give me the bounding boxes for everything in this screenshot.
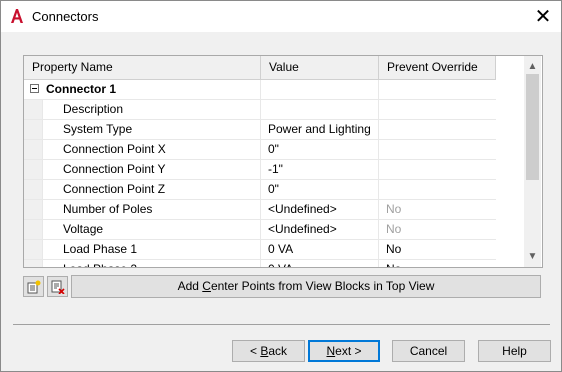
property-value[interactable]: 0" — [261, 140, 379, 159]
prevent-override[interactable] — [379, 180, 496, 199]
column-header-prevent-override[interactable]: Prevent Override — [379, 56, 496, 79]
table-row[interactable]: Voltage <Undefined> No — [24, 220, 496, 240]
scroll-thumb[interactable] — [526, 74, 539, 180]
window-title: Connectors — [32, 9, 99, 24]
separator — [13, 324, 550, 325]
prevent-override[interactable] — [379, 120, 496, 139]
column-header-value[interactable]: Value — [261, 56, 379, 79]
table-row[interactable]: System Type Power and Lighting — [24, 120, 496, 140]
help-button[interactable]: Help — [478, 340, 551, 362]
property-name: System Type — [42, 120, 261, 139]
property-name: Connection Point X — [42, 140, 261, 159]
scroll-up-icon[interactable]: ▲ — [524, 58, 541, 75]
prevent-override[interactable] — [379, 100, 496, 119]
property-value[interactable]: -1" — [261, 160, 379, 179]
scroll-down-icon[interactable]: ▼ — [524, 248, 541, 265]
connectors-dialog: Connectors ✕ Property Name Value Prevent… — [0, 0, 562, 372]
property-name: Description — [42, 100, 261, 119]
prevent-override: No — [386, 202, 402, 216]
table-row[interactable]: Load Phase 2 0 VA No — [24, 260, 496, 267]
property-name: Voltage — [42, 220, 261, 239]
property-name: Load Phase 2 — [42, 260, 261, 267]
prevent-override[interactable]: No — [379, 260, 496, 267]
back-button[interactable]: < Back — [232, 340, 305, 362]
group-label: Connector 1 — [24, 80, 261, 99]
property-grid: Property Name Value Prevent Override Con… — [23, 55, 543, 268]
prevent-override[interactable] — [379, 160, 496, 179]
cancel-button[interactable]: Cancel — [392, 340, 465, 362]
prevent-override: No — [386, 222, 402, 236]
prevent-override[interactable] — [379, 140, 496, 159]
add-connector-button[interactable] — [23, 276, 44, 297]
property-value[interactable]: Power and Lighting — [261, 120, 379, 139]
add-center-points-button[interactable]: Add Center Points from View Blocks in To… — [71, 275, 541, 298]
add-connector-icon — [27, 280, 41, 294]
property-name: Connection Point Y — [42, 160, 261, 179]
table-row[interactable]: Connection Point Z 0" — [24, 180, 496, 200]
title-bar: Connectors ✕ — [1, 1, 561, 32]
remove-connector-button[interactable] — [47, 276, 68, 297]
property-value[interactable]: <Undefined> — [261, 200, 379, 219]
close-icon[interactable]: ✕ — [529, 4, 557, 30]
group-value-cell — [261, 80, 379, 99]
table-row[interactable]: Connection Point X 0" — [24, 140, 496, 160]
table-row[interactable]: Connection Point Y -1" — [24, 160, 496, 180]
grid-header: Property Name Value Prevent Override — [24, 56, 496, 80]
property-name: Number of Poles — [42, 200, 261, 219]
property-value[interactable] — [261, 100, 379, 119]
remove-connector-icon — [51, 280, 65, 294]
table-row[interactable]: Description — [24, 100, 496, 120]
header-gap — [496, 56, 524, 79]
property-value[interactable]: 0 VA — [261, 240, 379, 259]
property-name: Load Phase 1 — [42, 240, 261, 259]
vertical-scrollbar[interactable]: ▲ ▼ — [524, 56, 541, 267]
property-name: Connection Point Z — [42, 180, 261, 199]
table-row[interactable]: Number of Poles <Undefined> No — [24, 200, 496, 220]
property-value[interactable]: <Undefined> — [261, 220, 379, 239]
autocad-logo-icon — [10, 8, 24, 24]
table-row[interactable]: Load Phase 1 0 VA No — [24, 240, 496, 260]
column-header-property-name[interactable]: Property Name — [24, 56, 261, 79]
next-button[interactable]: Next > — [308, 340, 380, 362]
property-value[interactable]: 0 VA — [261, 260, 379, 267]
group-row-connector-1[interactable]: Connector 1 — [24, 80, 496, 100]
group-override-cell — [379, 80, 496, 99]
grid-rows: Connector 1 Description System Type Powe… — [24, 80, 496, 267]
property-value[interactable]: 0" — [261, 180, 379, 199]
prevent-override[interactable]: No — [379, 240, 496, 259]
